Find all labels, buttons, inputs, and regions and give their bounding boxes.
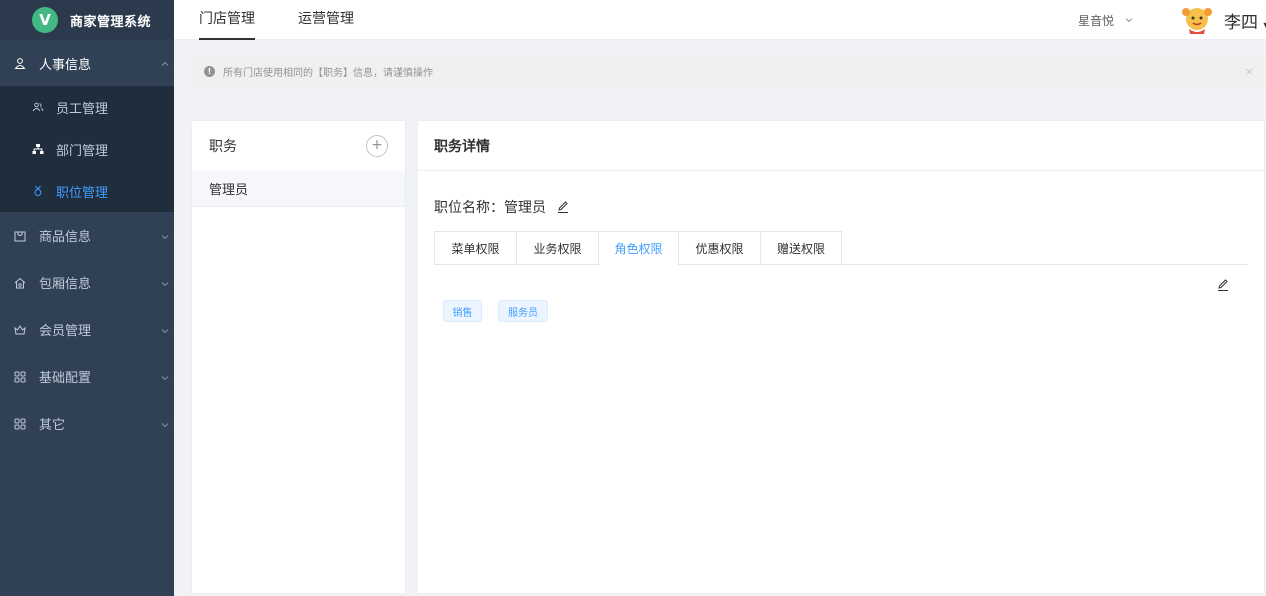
menu-group-personnel: 人事信息 员工管理 部门管理 职位管理 (0, 40, 174, 212)
chevron-down-icon (160, 325, 170, 340)
position-detail-panel: 职务详情 职位名称： 管理员 菜单权限 业务权限 角色权限 优惠权限 赠送权限 … (417, 120, 1265, 594)
list-item[interactable]: 管理员 (192, 171, 405, 207)
position-name-label: 职位名称： (434, 200, 504, 216)
add-position-button[interactable]: + (366, 135, 388, 157)
grid-icon (14, 418, 26, 430)
chevron-down-icon (1124, 14, 1134, 28)
top-header: 门店管理 运营管理 星音悦 李四 ▾ (174, 0, 1266, 40)
info-alert: ! 所有门店使用相同的【职务】信息，请谨慎操作 × (190, 57, 1266, 86)
menu-members[interactable]: 会员管理 (0, 306, 174, 353)
menu-base-config[interactable]: 基础配置 (0, 353, 174, 400)
badge-icon (32, 185, 44, 197)
grid-icon (14, 371, 26, 383)
menu-label: 其它 (39, 418, 66, 433)
goods-icon (14, 230, 26, 242)
tab-discount-permission[interactable]: 优惠权限 (678, 231, 760, 265)
menu-label: 人事信息 (39, 57, 92, 73)
sidebar-item-label: 部门管理 (56, 143, 109, 159)
user-icon (14, 57, 26, 69)
tab-role-permission[interactable]: 角色权限 (598, 231, 678, 266)
chevron-up-icon (160, 58, 170, 73)
edit-icon[interactable] (1216, 278, 1230, 292)
menu-other[interactable]: 其它 (0, 400, 174, 447)
sidebar-item-positions[interactable]: 职位管理 (0, 170, 174, 212)
org-icon (32, 143, 44, 155)
panel-title: 职务 (209, 139, 237, 155)
store-name: 星音悦 (1078, 14, 1115, 28)
people-icon (32, 101, 44, 113)
sidebar-item-label: 职位管理 (56, 185, 109, 201)
app-logo[interactable]: V 商家管理系统 (0, 0, 174, 40)
positions-header: 职务 + (192, 121, 405, 171)
member-icon (14, 324, 26, 336)
submenu-personnel: 员工管理 部门管理 职位管理 (0, 86, 174, 212)
menu-label: 会员管理 (39, 324, 92, 339)
tab-operations[interactable]: 运营管理 (298, 0, 354, 40)
sidebar-item-departments[interactable]: 部门管理 (0, 128, 174, 170)
chevron-down-icon (160, 372, 170, 387)
tab-store-management[interactable]: 门店管理 (199, 0, 255, 40)
menu-label: 包厢信息 (39, 277, 92, 292)
sidebar-item-employees[interactable]: 员工管理 (0, 86, 174, 128)
room-icon (14, 277, 26, 289)
app-title: 商家管理系统 (70, 14, 152, 30)
menu-goods[interactable]: 商品信息 (0, 212, 174, 259)
alert-text: 所有门店使用相同的【职务】信息，请谨慎操作 (223, 68, 433, 79)
sidebar: V 商家管理系统 人事信息 员工管理 部门管理 职位管理 商品信息 包厢信息 会… (0, 0, 174, 596)
permission-tabs: 菜单权限 业务权限 角色权限 优惠权限 赠送权限 (434, 231, 1248, 266)
tab-menu-permission[interactable]: 菜单权限 (434, 231, 516, 265)
tab-gift-permission[interactable]: 赠送权限 (760, 231, 842, 265)
menu-personnel[interactable]: 人事信息 (0, 40, 174, 86)
chevron-down-icon (160, 231, 170, 246)
positions-panel: 职务 + 管理员 (191, 120, 406, 594)
tab-business-permission[interactable]: 业务权限 (516, 231, 598, 265)
position-name-row: 职位名称： 管理员 (434, 197, 570, 217)
chevron-down-icon (160, 419, 170, 434)
sidebar-item-label: 员工管理 (56, 101, 109, 117)
avatar[interactable] (1180, 4, 1214, 36)
store-select[interactable]: 星音悦 (1078, 12, 1134, 29)
role-tag: 销售 (443, 300, 482, 322)
chevron-down-icon (160, 278, 170, 293)
user-menu[interactable]: 李四 ▾ (1224, 8, 1266, 33)
panel-title: 职务详情 (418, 121, 1264, 171)
user-name: 李四 (1224, 13, 1258, 33)
menu-label: 基础配置 (39, 371, 92, 386)
info-icon: ! (204, 66, 215, 77)
menu-rooms[interactable]: 包厢信息 (0, 259, 174, 306)
position-name-value: 管理员 (504, 200, 546, 216)
menu-label: 商品信息 (39, 230, 92, 245)
logo-mark: V (32, 7, 58, 33)
edit-icon[interactable] (556, 200, 570, 214)
close-icon[interactable]: × (1245, 65, 1254, 78)
role-tag: 服务员 (498, 300, 548, 322)
